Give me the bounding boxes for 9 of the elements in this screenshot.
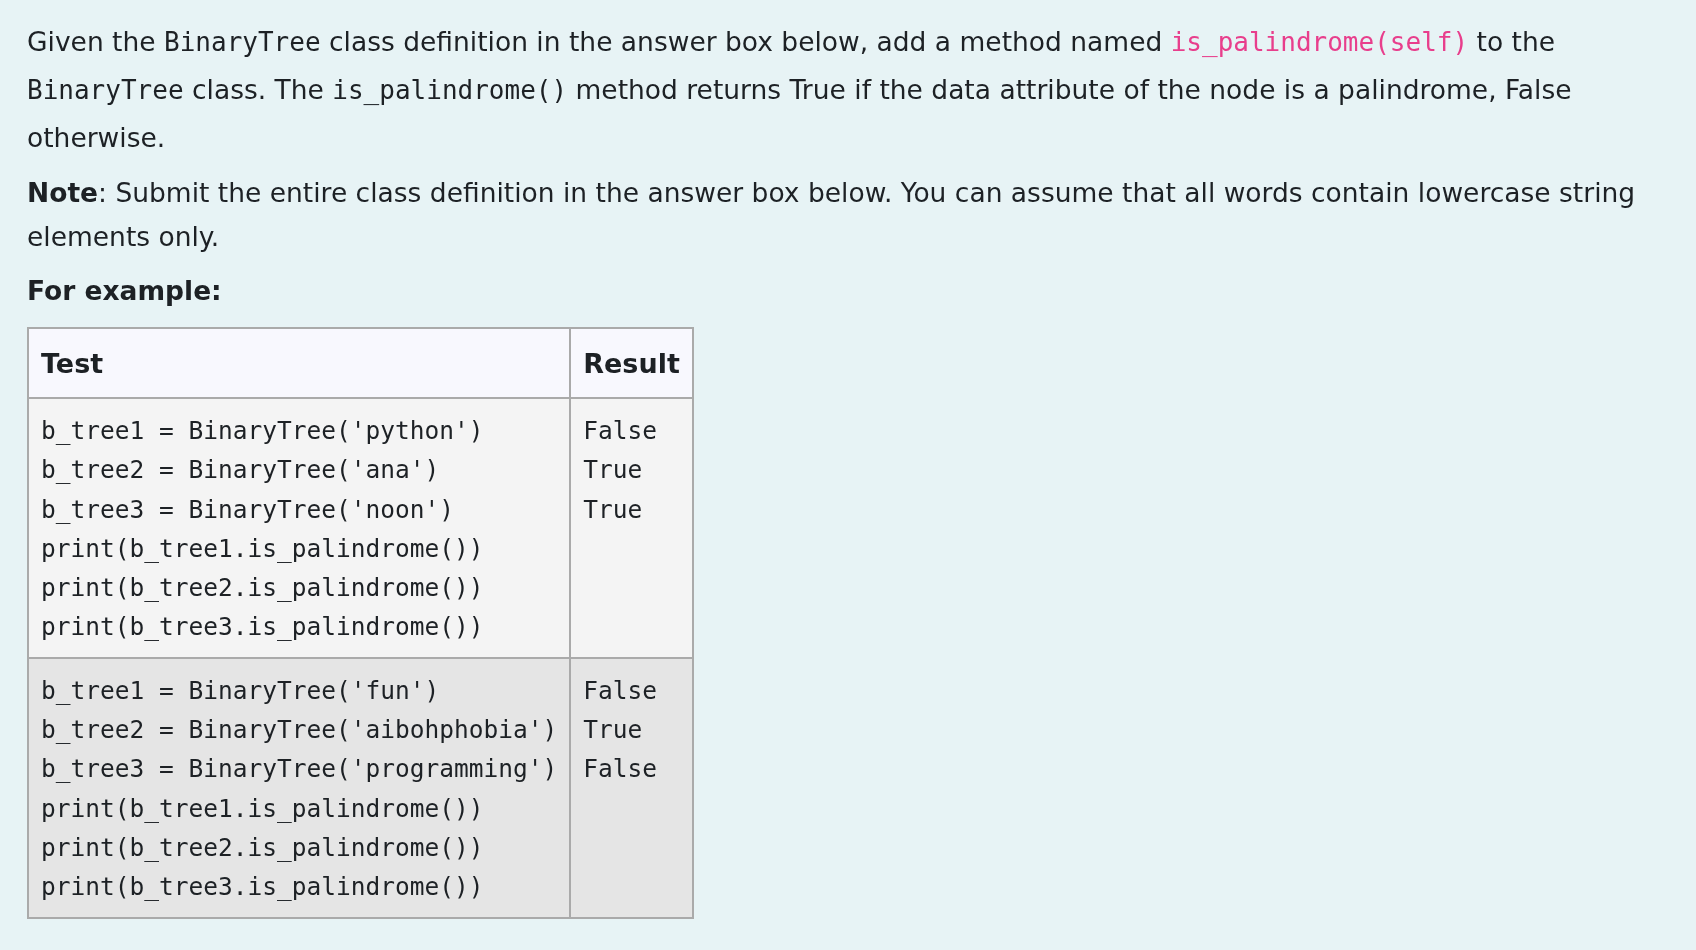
result-cell: False True True	[570, 398, 693, 658]
column-header: Result	[570, 328, 693, 398]
test-code-cell: b_tree1 = BinaryTree('fun') b_tree2 = BinaryTree('aibohphobia') b_tree3 = BinaryTree('programming') print(b_tree1.is_palindrome()) print(b_tree2.is_palindrome()) print(b_tree3.is_palindrome())	[28, 657, 571, 918]
test-code-cell: b_tree1 = BinaryTree('python') b_tree2 = BinaryTree('ana') b_tree3 = BinaryTree('noon') print(b_tree1.is_palindrome()) print(b_tree2.is_palindrome()) print(b_tree3.is_palindrome())	[28, 398, 571, 658]
result-cell: False True False	[570, 657, 693, 918]
column-header: Test	[28, 328, 571, 398]
question-text: Given the BinaryTree class definition in the answer box below, add a method named is_palindrome(self) to the BinaryTree class. The is_palindrome() method returns True if the data attribute of the node is a palindrome, False otherwise.	[27, 25, 1573, 155]
note-text: Note: Submit the entire class definition in the answer box below. You can assume that all words contain lowercase string elements only.	[27, 176, 1637, 254]
example-heading: For example:	[27, 274, 223, 308]
